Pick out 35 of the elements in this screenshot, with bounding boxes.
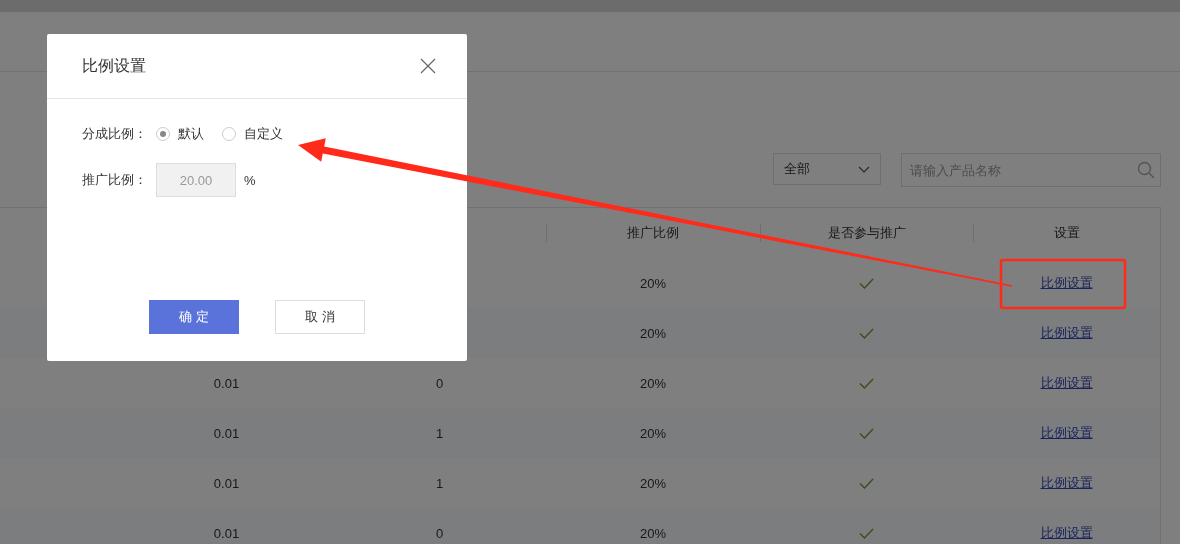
table-cell: 20% (640, 425, 666, 441)
table-cell: 1 (435, 425, 444, 441)
table-cell: 0.01 (213, 375, 240, 391)
unit-label: % (244, 172, 256, 188)
field-label: 推广比例： (82, 171, 148, 189)
table-cell: 0.01 (213, 525, 240, 541)
table-cell: 0.01 (213, 475, 240, 491)
table-cell: 20% (640, 375, 666, 391)
table-cell: 20% (640, 325, 666, 341)
ratio-settings-link[interactable]: 比例设置 (1040, 424, 1093, 442)
ratio-settings-link[interactable]: 比例设置 (1040, 524, 1093, 542)
radio-label[interactable]: 自定义 (244, 125, 283, 143)
table-cell: 1 (435, 475, 444, 491)
table-cell: 20% (640, 525, 666, 541)
radio-label[interactable]: 默认 (178, 125, 204, 143)
field-label: 分成比例： (82, 125, 148, 143)
table-cell: 20% (640, 475, 666, 491)
column-header: 设置 (1053, 224, 1080, 242)
table-cell: 0 (435, 525, 444, 541)
confirm-button[interactable]: 确 定 (149, 300, 239, 334)
ratio-settings-link[interactable]: 比例设置 (1040, 474, 1093, 492)
cancel-button[interactable]: 取 消 (275, 300, 365, 334)
caret-icon (858, 165, 870, 173)
column-header: 推广比例 (627, 224, 679, 242)
category-select[interactable]: 全部 (773, 153, 881, 185)
search-icon (1137, 161, 1155, 179)
column-header: 是否参与推广 (827, 224, 906, 242)
dialog-title: 比例设置 (82, 55, 146, 76)
ratio-settings-link[interactable]: 比例设置 (1040, 374, 1093, 392)
table-cell: 0 (435, 375, 444, 391)
table-cell: 0.01 (213, 425, 240, 441)
close-icon[interactable] (420, 58, 436, 74)
ratio-settings-link[interactable]: 比例设置 (1040, 274, 1093, 292)
ratio-settings-link[interactable]: 比例设置 (1040, 324, 1093, 342)
table-cell: 20% (640, 275, 666, 291)
